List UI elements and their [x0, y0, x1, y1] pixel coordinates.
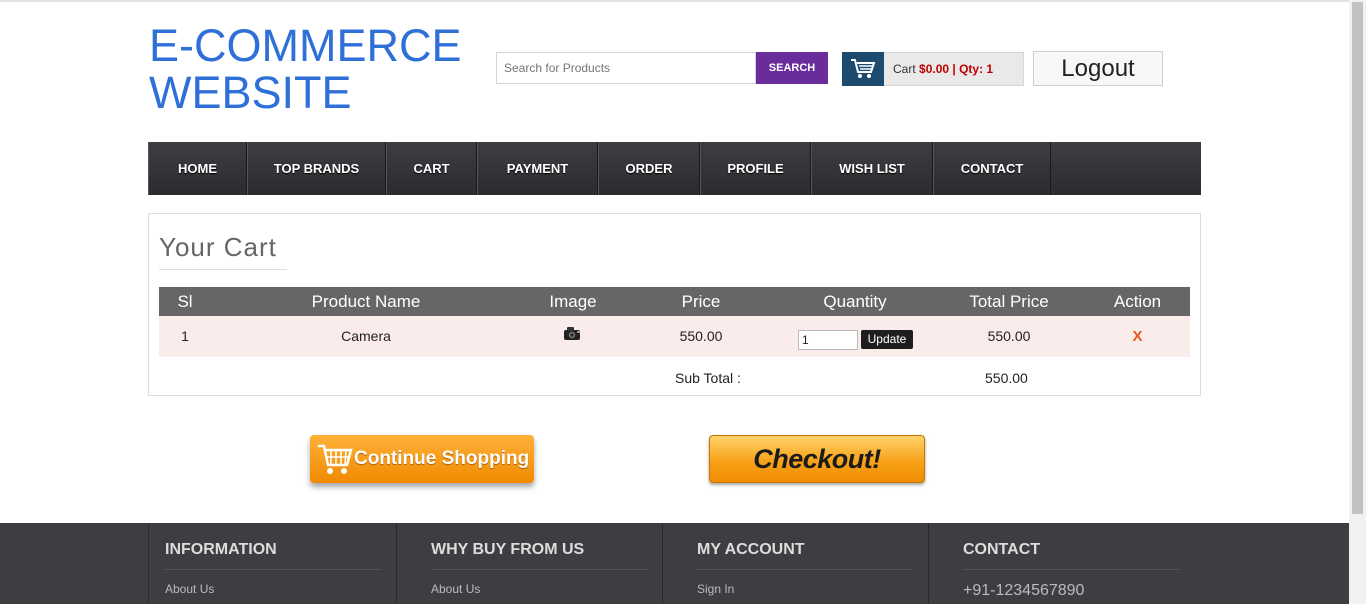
search-button[interactable]: SEARCH: [756, 52, 828, 84]
footer-heading: MY ACCOUNT: [697, 541, 913, 570]
scrollbar-thumb[interactable]: [1352, 2, 1363, 514]
row-sl: 1: [181, 328, 189, 344]
cart-summary: Cart $0.00 | Qty: 1: [893, 62, 993, 76]
nav-item-cart[interactable]: CART: [386, 142, 477, 195]
cart-table-header: Sl Product Name Image Price Quantity Tot…: [159, 287, 1190, 316]
footer-col-contact: CONTACT +91-1234567890: [928, 523, 1201, 604]
cart-amount: $0.00 | Qty: 1: [919, 62, 994, 76]
logo-line-2: WEBSITE: [149, 67, 352, 118]
col-header-sl: Sl: [177, 292, 193, 311]
page: E-COMMERCE WEBSITE SEARCH Cart $0.00 | Q…: [0, 0, 1366, 604]
main-nav: HOME TOP BRANDS CART PAYMENT ORDER PROFI…: [148, 142, 1201, 195]
continue-shopping-label: Continue Shopping: [354, 448, 530, 469]
search-input[interactable]: [497, 53, 755, 83]
row-price: 550.00: [679, 328, 723, 344]
col-header-quantity: Quantity: [823, 292, 887, 311]
checkout-label: Checkout!: [753, 444, 881, 474]
vertical-scrollbar[interactable]: [1349, 0, 1366, 604]
header-cart-widget[interactable]: Cart $0.00 | Qty: 1: [842, 52, 1024, 86]
cart-panel: Your Cart Sl Product Name Image Price Qu…: [148, 213, 1201, 396]
nav-item-home[interactable]: HOME: [148, 142, 247, 195]
page-title: Your Cart: [159, 232, 287, 270]
nav-item-order[interactable]: ORDER: [598, 142, 700, 195]
cart-icon: [842, 52, 884, 86]
row-product-name[interactable]: Camera: [211, 316, 521, 357]
remove-item-button[interactable]: X: [1085, 316, 1190, 357]
nav-item-contact[interactable]: CONTACT: [933, 142, 1051, 195]
footer-col-information: INFORMATION About Us: [148, 523, 396, 604]
footer-link-sign-in[interactable]: Sign In: [697, 582, 734, 596]
site-logo[interactable]: E-COMMERCE WEBSITE: [149, 22, 462, 116]
nav-item-top-brands[interactable]: TOP BRANDS: [247, 142, 386, 195]
nav-item-wish-list[interactable]: WISH LIST: [811, 142, 933, 195]
subtotal-value: 550.00: [985, 370, 1028, 386]
footer-heading: INFORMATION: [165, 541, 381, 570]
footer-col-my-account: MY ACCOUNT Sign In: [662, 523, 928, 604]
shopping-cart-icon: [318, 444, 353, 474]
footer-heading: CONTACT: [963, 541, 1179, 570]
logout-button[interactable]: Logout: [1033, 51, 1163, 86]
footer-phone: +91-1234567890: [963, 582, 1085, 599]
footer-link-about-us[interactable]: About Us: [165, 582, 214, 596]
update-button[interactable]: Update: [861, 330, 913, 349]
logo-line-1: E-COMMERCE: [149, 20, 462, 71]
col-header-total-price: Total Price: [969, 292, 1049, 311]
footer-heading: WHY BUY FROM US: [431, 541, 647, 570]
cart-label: Cart: [893, 62, 916, 76]
nav-item-payment[interactable]: PAYMENT: [477, 142, 598, 195]
footer-col-why-buy: WHY BUY FROM US About Us: [396, 523, 662, 604]
footer: INFORMATION About Us WHY BUY FROM US Abo…: [0, 523, 1349, 604]
camera-icon[interactable]: [562, 325, 584, 343]
nav-item-profile[interactable]: PROFILE: [700, 142, 811, 195]
col-header-product-name: Product Name: [311, 292, 421, 311]
top-border: [0, 0, 1349, 2]
quantity-input[interactable]: 1: [798, 330, 858, 350]
col-header-action: Action: [1113, 292, 1162, 311]
table-row: 1 Camera 550.00 1 Update 550.00 X: [159, 316, 1190, 357]
subtotal-label: Sub Total :: [675, 370, 741, 386]
checkout-button[interactable]: Checkout!: [709, 435, 925, 483]
search-box: [496, 52, 756, 84]
col-header-image: Image: [549, 292, 597, 311]
continue-shopping-button[interactable]: Continue Shopping: [310, 435, 534, 483]
col-header-price: Price: [681, 292, 721, 311]
row-total-price: 550.00: [987, 328, 1031, 344]
footer-link-about-us[interactable]: About Us: [431, 582, 480, 596]
